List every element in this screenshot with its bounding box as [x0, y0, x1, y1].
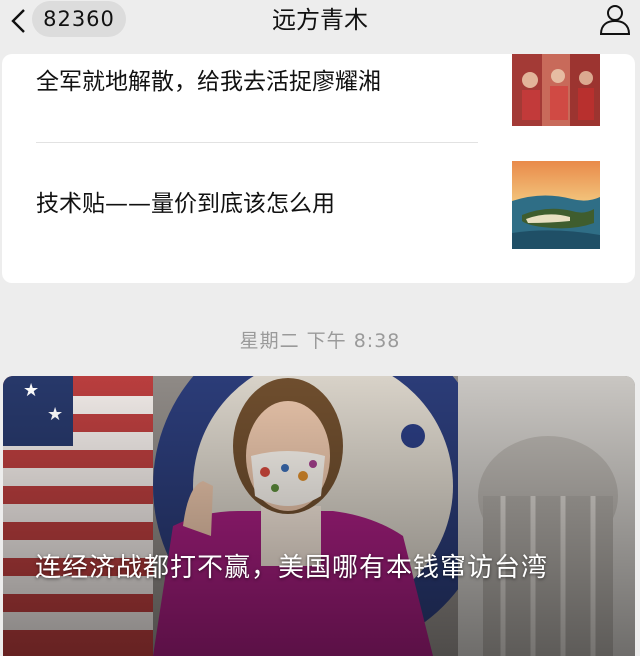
article-thumbnail[interactable] — [512, 54, 600, 126]
page-title: 远方青木 — [272, 6, 368, 34]
article-title[interactable]: 技术贴——量价到底该怎么用 — [36, 188, 496, 220]
article-thumbnail[interactable] — [512, 161, 600, 249]
featured-article[interactable]: ★ ★ 连经济战都打不赢，美国哪有本钱窜访台湾 — [3, 376, 635, 656]
timestamp: 星期二 下午 8:38 — [239, 330, 401, 352]
nav-bar: 82360 远方青木 — [0, 0, 640, 44]
featured-title: 连经济战都打不赢，美国哪有本钱窜访台湾 — [35, 553, 549, 583]
featured-image: ★ ★ — [3, 376, 635, 656]
article-title[interactable]: 全军就地解散，给我去活捉廖耀湘 — [36, 66, 496, 98]
article-list-card: 全军就地解散，给我去活捉廖耀湘 技术贴——量价到底该怎么用 — [2, 54, 635, 283]
person-icon[interactable] — [598, 2, 632, 36]
divider — [36, 142, 478, 143]
